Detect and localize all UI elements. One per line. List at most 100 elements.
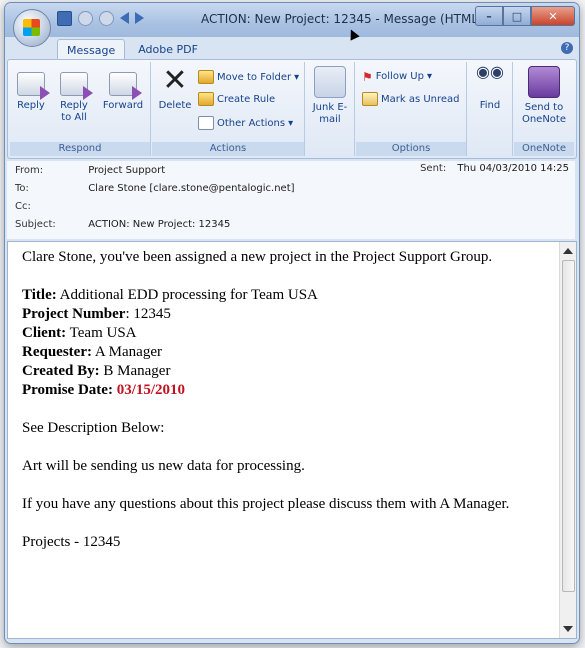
office-button[interactable] xyxy=(13,9,51,47)
promise-date-line: Promise Date: 03/15/2010 xyxy=(22,381,542,400)
project-number-line: Project Number: 12345 xyxy=(22,305,542,324)
cc-label: Cc: xyxy=(15,201,31,212)
from-value[interactable]: Project Support xyxy=(88,165,165,176)
follow-up-button[interactable]: ⚑ Follow Up ▾ xyxy=(362,70,433,84)
delete-icon: ✕ xyxy=(162,63,188,98)
group-label-actions: Actions xyxy=(152,142,304,156)
dropdown-arrow-icon: ▾ xyxy=(288,117,294,129)
group-onenote: Send to OneNote OneNote xyxy=(514,62,574,156)
mark-unread-icon xyxy=(362,92,378,106)
group-junk: Junk E-mail xyxy=(306,62,355,156)
questions-paragraph: If you have any questions about this pro… xyxy=(22,496,510,512)
create-rule-label: Create Rule xyxy=(217,93,276,105)
title-value: Additional EDD processing for Team USA xyxy=(59,287,318,303)
reply-button[interactable]: Reply xyxy=(14,66,50,112)
client-label: Client: xyxy=(22,325,67,341)
subject-label: Subject: xyxy=(15,219,56,230)
reply-icon xyxy=(17,72,50,100)
junk-email-label: Junk E-mail xyxy=(312,102,348,125)
send-to-onenote-button[interactable]: Send to OneNote xyxy=(520,66,568,126)
delete-button[interactable]: ✕ Delete xyxy=(156,66,194,112)
group-label-options[interactable]: Options xyxy=(356,142,466,156)
help-icon[interactable]: ? xyxy=(561,42,573,54)
forward-label: Forward xyxy=(102,100,144,111)
scroll-up-icon[interactable] xyxy=(563,248,573,254)
create-rule-button[interactable]: Create Rule xyxy=(198,92,275,106)
send-to-onenote-label: Send to OneNote xyxy=(521,102,567,125)
title-bar: ACTION: New Project: 12345 - Message (HT… xyxy=(5,3,579,37)
title-label: Title: xyxy=(22,287,57,303)
maximize-button[interactable]: □ xyxy=(503,6,531,26)
subject-value: ACTION: New Project: 12345 xyxy=(88,219,231,230)
save-icon[interactable] xyxy=(57,11,72,26)
sent-label: Sent: xyxy=(420,163,447,174)
reply-label: Reply xyxy=(17,100,45,111)
onenote-icon xyxy=(528,66,560,98)
promise-date-value: 03/15/2010 xyxy=(116,382,186,398)
message-body[interactable]: Clare Stone, you've been assigned a new … xyxy=(7,241,577,639)
folder-icon xyxy=(198,70,214,84)
group-find: ◉◉ Find xyxy=(468,62,513,156)
scroll-thumb[interactable] xyxy=(562,260,575,592)
tab-message[interactable]: Message xyxy=(57,39,126,60)
sent-value: Thu 04/03/2010 14:25 xyxy=(457,163,569,174)
reply-all-label: Reply to All xyxy=(60,100,88,123)
junk-email-button[interactable]: Junk E-mail xyxy=(311,66,349,126)
promise-date-label: Promise Date: xyxy=(22,382,113,398)
dropdown-arrow-icon: ▾ xyxy=(426,70,433,82)
vertical-scrollbar[interactable] xyxy=(559,242,576,638)
outlook-message-window: ACTION: New Project: 12345 - Message (HT… xyxy=(4,2,580,644)
created-by-label: Created By: xyxy=(22,363,100,379)
from-row: From: Project Support xyxy=(15,163,165,179)
group-options: ⚑ Follow Up ▾ Mark as Unread Options xyxy=(356,62,467,156)
junk-email-icon xyxy=(314,66,346,98)
reply-all-button[interactable]: Reply to All xyxy=(54,66,94,124)
ribbon: Reply Reply to All Forward Respond ✕ Del… xyxy=(7,59,577,159)
scroll-down-icon[interactable] xyxy=(563,626,573,632)
office-logo-icon xyxy=(23,19,40,36)
message-header: From: Project Support Sent: Thu 04/03/20… xyxy=(7,161,575,239)
rule-icon xyxy=(198,92,214,106)
sent-row: Sent: Thu 04/03/2010 14:25 xyxy=(420,161,569,177)
close-button[interactable]: ✕ xyxy=(531,6,575,26)
title-line: Title: Additional EDD processing for Tea… xyxy=(22,286,542,305)
minimize-button[interactable]: – xyxy=(475,6,503,26)
binoculars-icon: ◉◉ xyxy=(476,62,504,81)
ribbon-tabs: Message Adobe PDF xyxy=(57,39,207,60)
find-label: Find xyxy=(479,100,501,111)
requester-line: Requester: A Manager xyxy=(22,343,542,362)
mark-as-unread-label: Mark as Unread xyxy=(381,93,460,105)
to-value[interactable]: Clare Stone [clare.stone@pentalogic.net] xyxy=(88,183,294,194)
flag-icon: ⚑ xyxy=(362,70,373,84)
requester-label: Requester: xyxy=(22,344,92,360)
client-value: Team USA xyxy=(69,325,137,341)
to-label: To: xyxy=(15,183,29,194)
move-to-folder-label: Move to Folder xyxy=(217,71,292,83)
group-actions: ✕ Delete Move to Folder ▾ Create Rule Oth… xyxy=(152,62,305,156)
other-actions-icon xyxy=(198,116,214,130)
window-title: ACTION: New Project: 12345 - Message (HT… xyxy=(201,12,483,26)
forward-button[interactable]: Forward xyxy=(100,66,146,112)
from-label: From: xyxy=(15,165,44,176)
other-actions-button[interactable]: Other Actions ▾ xyxy=(198,116,293,130)
group-label-onenote: OneNote xyxy=(514,142,574,156)
cc-row: Cc: xyxy=(15,199,85,215)
project-number-label: Project Number xyxy=(22,306,126,322)
move-to-folder-button[interactable]: Move to Folder ▾ xyxy=(198,70,299,84)
next-item-icon[interactable] xyxy=(135,12,144,24)
other-actions-label: Other Actions xyxy=(217,117,286,129)
undo-icon[interactable] xyxy=(78,11,93,26)
forward-icon xyxy=(109,72,142,100)
follow-up-label: Follow Up xyxy=(375,70,424,82)
tab-adobe-pdf[interactable]: Adobe PDF xyxy=(129,39,207,60)
find-button[interactable]: ◉◉ Find xyxy=(473,62,507,112)
quick-access-toolbar xyxy=(57,11,144,26)
mark-as-unread-button[interactable]: Mark as Unread xyxy=(362,92,460,106)
previous-item-icon[interactable] xyxy=(120,12,129,24)
delete-label: Delete xyxy=(158,100,192,111)
window-controls: – □ ✕ xyxy=(475,6,575,26)
redo-icon[interactable] xyxy=(99,11,114,26)
subject-row: Subject: ACTION: New Project: 12345 xyxy=(15,217,230,233)
description-paragraph: Art will be sending us new data for proc… xyxy=(22,458,305,474)
intro-paragraph: Clare Stone, you've been assigned a new … xyxy=(22,249,493,265)
